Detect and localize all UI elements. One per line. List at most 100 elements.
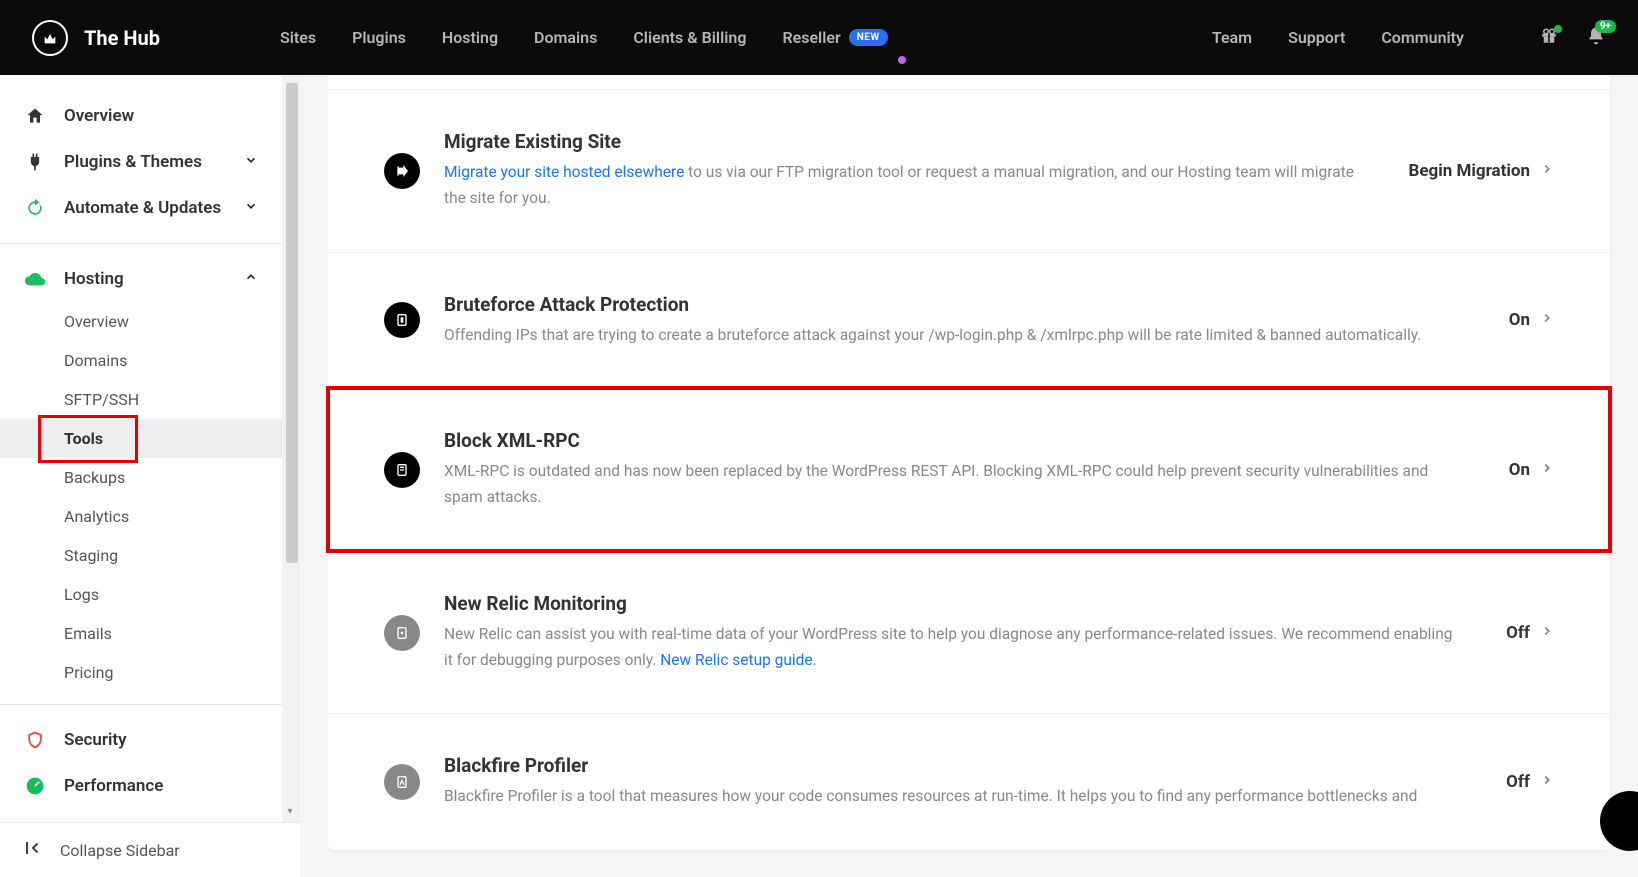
tool-row-xmlrpc[interactable]: Block XML-RPC XML-RPC is outdated and ha… bbox=[328, 388, 1610, 551]
action-label: On bbox=[1509, 310, 1530, 330]
tool-body: Migrate Existing Site Migrate your site … bbox=[444, 130, 1384, 212]
top-icons: 9+ bbox=[1540, 26, 1606, 50]
chevron-up-icon bbox=[244, 269, 258, 289]
blackfire-toggle[interactable]: Off bbox=[1506, 772, 1554, 792]
plug-icon bbox=[24, 151, 46, 173]
nav-sites[interactable]: Sites bbox=[280, 28, 316, 47]
cloud-icon bbox=[24, 268, 46, 290]
nav-clients-billing[interactable]: Clients & Billing bbox=[633, 28, 746, 47]
nav-domains[interactable]: Domains bbox=[534, 28, 597, 47]
sidebar-inner: Overview Plugins & Themes Automate & Upd… bbox=[0, 75, 300, 822]
scrollbar-down-icon[interactable]: ▾ bbox=[284, 806, 296, 818]
chevron-right-icon bbox=[1540, 460, 1554, 480]
migrate-link[interactable]: Migrate your site hosted elsewhere bbox=[444, 163, 684, 181]
chevron-right-icon bbox=[1540, 161, 1554, 181]
nav-hosting[interactable]: Hosting bbox=[442, 28, 498, 47]
main-content: Migrate Existing Site Migrate your site … bbox=[300, 75, 1638, 877]
tool-desc: XML-RPC is outdated and has now been rep… bbox=[444, 458, 1461, 511]
sidebar-sub-pricing[interactable]: Pricing bbox=[0, 653, 300, 692]
sidebar-label: Overview bbox=[64, 106, 134, 126]
tool-title: New Relic Monitoring bbox=[444, 592, 1458, 615]
body-area: Overview Plugins & Themes Automate & Upd… bbox=[0, 75, 1638, 877]
begin-migration-button[interactable]: Begin Migration bbox=[1408, 161, 1554, 181]
gift-icon[interactable] bbox=[1540, 27, 1558, 49]
top-nav-right: Team Support Community 9+ bbox=[1212, 26, 1606, 50]
bell-badge: 9+ bbox=[1595, 20, 1616, 33]
tool-desc: New Relic can assist you with real-time … bbox=[444, 621, 1458, 674]
tool-desc-pre: New Relic can assist you with real-time … bbox=[444, 625, 1452, 669]
sidebar-label: Hosting bbox=[64, 269, 124, 289]
new-badge: NEW bbox=[849, 29, 888, 46]
sidebar-sub-analytics[interactable]: Analytics bbox=[0, 497, 300, 536]
tool-title: Bruteforce Attack Protection bbox=[444, 293, 1461, 316]
tool-body: Blackfire Profiler Blackfire Profiler is… bbox=[444, 754, 1482, 809]
nav-plugins[interactable]: Plugins bbox=[352, 28, 406, 47]
app-logo[interactable]: The Hub bbox=[32, 20, 160, 56]
action-label: Begin Migration bbox=[1408, 161, 1530, 181]
sidebar-sub-logs[interactable]: Logs bbox=[0, 575, 300, 614]
tool-desc: Migrate your site hosted elsewhere to us… bbox=[444, 159, 1360, 212]
action-label: Off bbox=[1506, 772, 1530, 792]
tool-desc: Offending IPs that are trying to create … bbox=[444, 322, 1461, 348]
tool-body: New Relic Monitoring New Relic can assis… bbox=[444, 592, 1482, 674]
sidebar-item-hosting[interactable]: Hosting bbox=[0, 256, 300, 302]
chevron-right-icon bbox=[1540, 310, 1554, 330]
migrate-icon bbox=[384, 153, 420, 189]
bell-icon[interactable]: 9+ bbox=[1586, 26, 1606, 50]
newrelic-toggle[interactable]: Off bbox=[1506, 623, 1554, 643]
sidebar-label: Automate & Updates bbox=[64, 198, 221, 218]
sidebar-sub-tools[interactable]: Tools bbox=[0, 419, 300, 458]
scrollbar[interactable]: ▾ bbox=[282, 75, 300, 822]
sidebar-sub-domains[interactable]: Domains bbox=[0, 341, 300, 380]
chevron-down-icon bbox=[244, 152, 258, 172]
sidebar-sub-overview[interactable]: Overview bbox=[0, 302, 300, 341]
sidebar: Overview Plugins & Themes Automate & Upd… bbox=[0, 75, 300, 877]
newrelic-guide-link[interactable]: New Relic setup guide bbox=[660, 651, 812, 669]
newrelic-icon bbox=[384, 615, 420, 651]
chevron-right-icon bbox=[1540, 623, 1554, 643]
shield-icon bbox=[24, 729, 46, 751]
sidebar-item-overview[interactable]: Overview bbox=[0, 93, 300, 139]
tool-title: Migrate Existing Site bbox=[444, 130, 1360, 153]
refresh-icon bbox=[24, 197, 46, 219]
sidebar-sub-staging[interactable]: Staging bbox=[0, 536, 300, 575]
top-bar: The Hub Sites Plugins Hosting Domains Cl… bbox=[0, 0, 1638, 75]
sidebar-item-performance[interactable]: Performance bbox=[0, 763, 300, 809]
divider bbox=[0, 243, 300, 244]
gift-dot-icon bbox=[1554, 25, 1562, 33]
tool-title: Block XML-RPC bbox=[444, 429, 1461, 452]
sidebar-sub-backups[interactable]: Backups bbox=[0, 458, 300, 497]
tool-row-bruteforce[interactable]: Bruteforce Attack Protection Offending I… bbox=[328, 252, 1610, 388]
chevron-down-icon bbox=[244, 198, 258, 218]
collapse-sidebar-button[interactable]: Collapse Sidebar bbox=[0, 822, 300, 877]
xmlrpc-toggle[interactable]: On bbox=[1509, 460, 1554, 480]
nav-reseller-label: Reseller bbox=[782, 28, 840, 47]
scrollbar-thumb[interactable] bbox=[286, 83, 298, 563]
nav-community[interactable]: Community bbox=[1381, 28, 1464, 47]
tool-row-newrelic[interactable]: New Relic Monitoring New Relic can assis… bbox=[328, 551, 1610, 714]
logo-icon bbox=[32, 20, 68, 56]
sidebar-item-plugins-themes[interactable]: Plugins & Themes bbox=[0, 139, 300, 185]
collapse-icon bbox=[24, 839, 42, 861]
nav-support[interactable]: Support bbox=[1288, 28, 1345, 47]
action-label: On bbox=[1509, 460, 1530, 480]
home-icon bbox=[24, 105, 46, 127]
gauge-icon bbox=[24, 775, 46, 797]
sidebar-sub-sftp-ssh[interactable]: SFTP/SSH bbox=[0, 380, 300, 419]
tool-row-migrate[interactable]: Migrate Existing Site Migrate your site … bbox=[328, 89, 1610, 252]
sidebar-label: Plugins & Themes bbox=[64, 152, 202, 172]
sidebar-label: Performance bbox=[64, 776, 163, 796]
sidebar-item-security[interactable]: Security bbox=[0, 717, 300, 763]
tool-body: Bruteforce Attack Protection Offending I… bbox=[444, 293, 1485, 348]
nav-team[interactable]: Team bbox=[1212, 28, 1252, 47]
tools-card: Migrate Existing Site Migrate your site … bbox=[328, 75, 1610, 850]
notification-dot-icon bbox=[898, 56, 906, 64]
blackfire-icon bbox=[384, 764, 420, 800]
tool-row-blackfire[interactable]: Blackfire Profiler Blackfire Profiler is… bbox=[328, 713, 1610, 849]
sidebar-item-automate-updates[interactable]: Automate & Updates bbox=[0, 185, 300, 231]
bruteforce-toggle[interactable]: On bbox=[1509, 310, 1554, 330]
sidebar-sub-emails[interactable]: Emails bbox=[0, 614, 300, 653]
xmlrpc-icon bbox=[384, 452, 420, 488]
nav-reseller[interactable]: Reseller NEW bbox=[782, 28, 887, 47]
tool-title: Blackfire Profiler bbox=[444, 754, 1458, 777]
